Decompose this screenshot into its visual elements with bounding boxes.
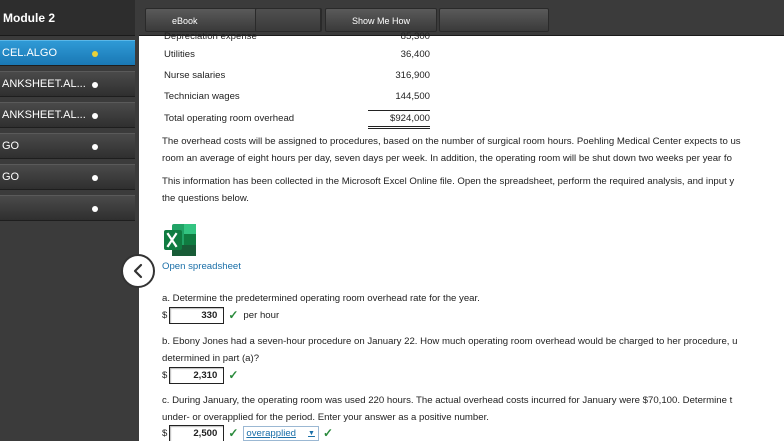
- excel-icon[interactable]: [162, 222, 198, 258]
- chevron-down-icon: ▼: [308, 430, 315, 437]
- row-label: Technician wages: [164, 91, 240, 102]
- check-icon: ✓: [228, 426, 239, 440]
- answer-c-input[interactable]: 2,500: [169, 424, 225, 441]
- paragraph-line: The overhead costs will be assigned to p…: [162, 136, 741, 147]
- question-c-text: c. During January, the operating room wa…: [162, 392, 784, 426]
- sidebar-item-label: ANKSHEET.AL...: [2, 109, 86, 121]
- status-dot-icon: [92, 113, 98, 119]
- check-icon: ✓: [228, 308, 239, 322]
- sidebar-divider: [135, 0, 139, 441]
- question-b-text: b. Ebony Jones had a seven-hour procedur…: [162, 333, 784, 367]
- status-dot-icon: [92, 144, 98, 150]
- dropdown-selected-value: overapplied: [246, 428, 297, 439]
- question-a-text: a. Determine the predetermined operating…: [162, 293, 480, 304]
- problem-content: Depreciation expense 85,300 Utilities 36…: [162, 31, 784, 441]
- total-value: $924,000: [367, 110, 430, 129]
- row-label: Depreciation expense: [164, 31, 257, 42]
- sidebar-item-algo-1[interactable]: GO: [0, 133, 137, 159]
- table-row: Nurse salaries 316,900: [162, 66, 432, 86]
- question-line: b. Ebony Jones had a seven-hour procedur…: [162, 336, 738, 347]
- total-label: Total operating room overhead: [164, 113, 295, 124]
- row-value: 316,900: [395, 70, 430, 81]
- sidebar-item-blanksheet-2[interactable]: ANKSHEET.AL...: [0, 102, 137, 128]
- answer-b-input[interactable]: 2,310: [169, 366, 225, 384]
- sidebar-item-blanksheet-1[interactable]: ANKSHEET.AL...: [0, 71, 137, 97]
- row-value: 85,300: [400, 31, 430, 42]
- status-dot-icon: [92, 82, 98, 88]
- question-b-answer-row: $ 2,310 ✓: [162, 366, 243, 384]
- paragraph-excel-info: This information has been collected in t…: [162, 173, 784, 207]
- applied-status-dropdown[interactable]: overapplied ▼: [243, 425, 319, 441]
- show-me-how-label: Show Me How: [351, 16, 411, 26]
- chevron-left-icon: [133, 263, 143, 279]
- sidebar-item-label: GO: [2, 140, 20, 152]
- currency-symbol: $: [162, 309, 168, 321]
- row-label: Utilities: [164, 49, 195, 60]
- table-row: Utilities 36,400: [162, 45, 432, 65]
- question-a-answer-row: $ 330 ✓ per hour: [162, 306, 279, 324]
- sidebar-item-6[interactable]: [0, 195, 137, 221]
- unit-label: per hour: [243, 309, 280, 321]
- toolbar-blank-button-2[interactable]: [439, 8, 549, 32]
- sidebar-item-label: CEL.ALGO: [2, 47, 58, 59]
- module-sidebar: Module 2 CEL.ALGO ANKSHEET.AL... ANKSHEE…: [0, 0, 137, 441]
- table-row: Technician wages 144,500: [162, 87, 432, 107]
- sidebar-item-algo-2[interactable]: GO: [0, 164, 137, 190]
- ebook-label: eBook: [172, 16, 198, 26]
- check-icon: ✓: [228, 368, 239, 382]
- row-value: 36,400: [400, 49, 430, 60]
- open-spreadsheet-link[interactable]: Open spreadsheet: [162, 261, 241, 272]
- paragraph-line: room an average of eight hours per day, …: [162, 153, 732, 164]
- sidebar-item-label: ANKSHEET.AL...: [2, 78, 86, 90]
- currency-symbol: $: [162, 427, 168, 439]
- status-dot-icon: [92, 206, 98, 212]
- question-c-answer-row: $ 2,500 ✓ overapplied ▼ ✓: [162, 424, 338, 441]
- status-dot-icon: [92, 51, 98, 57]
- table-total-row: Total operating room overhead $924,000: [162, 109, 432, 129]
- sidebar-item-label: GO: [2, 171, 20, 183]
- paragraph-overhead-assignment: The overhead costs will be assigned to p…: [162, 133, 784, 167]
- collapse-sidebar-button[interactable]: [121, 254, 155, 288]
- sidebar-title: Module 2: [0, 0, 137, 36]
- answer-a-input[interactable]: 330: [169, 306, 225, 324]
- question-line: determined in part (a)?: [162, 353, 260, 364]
- currency-symbol: $: [162, 369, 168, 381]
- table-row: Depreciation expense 85,300: [162, 27, 432, 47]
- row-label: Nurse salaries: [164, 70, 226, 81]
- question-line: c. During January, the operating room wa…: [162, 395, 733, 406]
- row-value: 144,500: [395, 91, 430, 102]
- paragraph-line: This information has been collected in t…: [162, 176, 735, 187]
- check-icon: ✓: [322, 426, 334, 440]
- paragraph-line: the questions below.: [162, 193, 249, 204]
- status-dot-icon: [92, 175, 98, 181]
- sidebar-item-excel-algo[interactable]: CEL.ALGO: [0, 40, 137, 66]
